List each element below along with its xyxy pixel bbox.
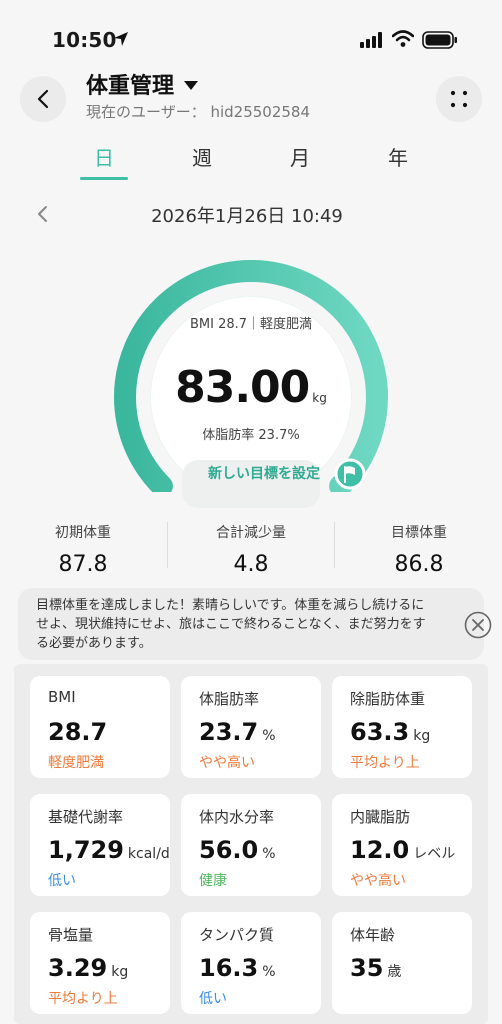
metric-card-protein[interactable]: タンパク質 16.3% 低い — [181, 912, 321, 1014]
stat-value: 4.8 — [233, 552, 269, 577]
metric-status: 低い — [199, 991, 227, 1007]
metric-status: やや高い — [199, 755, 255, 771]
metric-label: 骨塩量 — [48, 926, 94, 944]
caret-down-icon — [184, 80, 199, 90]
metric-value-row: 12.0 レベル — [350, 836, 455, 864]
back-button[interactable] — [20, 76, 66, 122]
metric-card-visceral-fat[interactable]: 内臓脂肪 12.0 レベル やや高い — [332, 794, 472, 896]
metric-status: 平均より上 — [48, 991, 118, 1007]
status-bar: 10:50 — [0, 0, 502, 70]
active-tab-indicator — [80, 177, 128, 180]
metric-label: 基礎代謝率 — [48, 808, 124, 826]
metric-value-row: 35 歳 — [350, 954, 401, 982]
tab-week[interactable]: 週 — [172, 142, 232, 171]
weight-value: 83.00 — [175, 362, 310, 413]
metric-card-bone-mass[interactable]: 骨塩量 3.29 kg 平均より上 — [30, 912, 170, 1014]
metric-label: BMI — [48, 688, 76, 706]
metric-value-row: 23.7% — [199, 718, 276, 746]
goal-achieved-banner: 目標体重を達成しました！素晴らしいです。体重を減らし続けるにせよ、現状維持にせよ… — [18, 588, 492, 660]
metric-value-row: 56.0% — [199, 836, 276, 864]
current-date: 2026年1月26日 10:49 — [151, 206, 343, 227]
metric-unit: kg — [413, 728, 431, 744]
stat-divider — [167, 522, 168, 568]
goal-flag-icon — [334, 458, 366, 490]
page-title: 体重管理 — [86, 74, 175, 99]
stat-initial-weight: 初期体重 87.8 — [8, 522, 158, 577]
metric-unit: レベル — [413, 846, 456, 862]
metric-value: 16.3 — [199, 954, 259, 982]
metric-status: 平均より上 — [350, 755, 420, 771]
metric-card-body-water[interactable]: 体内水分率 56.0% 健康 — [181, 794, 321, 896]
chevron-left-icon — [37, 89, 49, 109]
tab-month[interactable]: 月 — [270, 142, 330, 171]
set-new-goal-button[interactable]: 新しい目標を設定 — [182, 460, 320, 508]
metric-label: タンパク質 — [199, 926, 275, 944]
metric-value: 63.3 — [350, 718, 410, 746]
metric-card-bmi[interactable]: BMI 28.7 軽度肥満 — [30, 676, 170, 778]
four-dots-icon — [450, 90, 468, 108]
current-weight: 83.00 kg — [150, 362, 352, 413]
metric-card-body-age[interactable]: 体年齢 35 歳 — [332, 912, 472, 1014]
metric-value-row: 28.7 — [48, 718, 111, 746]
metric-unit: % — [262, 964, 276, 980]
metric-value-row: 16.3% — [199, 954, 276, 982]
metric-status: 健康 — [199, 873, 227, 889]
close-icon[interactable] — [463, 610, 493, 640]
stat-label: 目標体重 — [391, 525, 447, 541]
tab-year[interactable]: 年 — [368, 142, 428, 171]
metric-card-body-fat[interactable]: 体脂肪率 23.7% やや高い — [181, 676, 321, 778]
metric-unit: % — [262, 728, 276, 744]
wifi-icon — [392, 30, 414, 47]
metric-label: 内臓脂肪 — [350, 808, 411, 826]
metric-value: 1,729 — [48, 836, 124, 864]
metric-value-row: 63.3 kg — [350, 718, 430, 746]
metric-status: やや高い — [350, 873, 406, 889]
metric-card-lean-mass[interactable]: 除脂肪体重 63.3 kg 平均より上 — [332, 676, 472, 778]
metric-label: 除脂肪体重 — [350, 690, 426, 708]
metric-unit: % — [262, 846, 276, 862]
metric-value: 12.0 — [350, 836, 410, 864]
metric-value: 28.7 — [48, 718, 108, 746]
stat-total-loss: 合計減少量 4.8 — [176, 522, 326, 577]
stat-value: 87.8 — [58, 552, 108, 577]
stat-label: 合計減少量 — [216, 525, 286, 541]
metric-value-row: 1,729 kcal/d — [48, 836, 170, 864]
metric-value: 3.29 — [48, 954, 108, 982]
banner-message: 目標体重を達成しました！素晴らしいです。体重を減らし続けるにせよ、現状維持にせよ… — [36, 598, 426, 651]
weight-unit: kg — [312, 391, 327, 405]
tab-day[interactable]: 日 — [74, 142, 134, 171]
current-user-label: 現在のユーザー： hid25502584 — [86, 103, 311, 121]
battery-icon — [422, 31, 457, 49]
location-arrow-icon — [114, 32, 128, 46]
bmi-summary: BMI 28.7｜軽度肥満 — [189, 317, 313, 332]
more-options-button[interactable] — [436, 76, 482, 122]
metric-value-row: 3.29 kg — [48, 954, 128, 982]
period-tabs: 日 週 月 年 — [0, 142, 502, 182]
stat-label: 初期体重 — [55, 525, 111, 541]
metric-status: 低い — [48, 873, 76, 889]
metric-unit: kcal/d — [127, 846, 170, 862]
metric-label: 体脂肪率 — [199, 690, 260, 708]
body-fat-summary: 体脂肪率 23.7% — [202, 428, 300, 443]
cellular-signal-icon — [360, 32, 382, 48]
metric-value: 23.7 — [199, 718, 259, 746]
stat-value: 86.8 — [394, 552, 444, 577]
title-dropdown[interactable]: 体重管理 — [86, 68, 199, 100]
metric-value: 56.0 — [199, 836, 259, 864]
metric-status: 軽度肥満 — [48, 755, 104, 771]
stat-divider — [334, 522, 335, 568]
status-time: 10:50 — [52, 28, 117, 52]
metric-card-bmr[interactable]: 基礎代謝率 1,729 kcal/d 低い — [30, 794, 170, 896]
stat-target-weight: 目標体重 86.8 — [344, 522, 494, 577]
metric-label: 体年齢 — [350, 926, 396, 944]
metric-label: 体内水分率 — [199, 808, 275, 826]
metric-unit: 歳 — [387, 964, 402, 980]
metric-value: 35 — [350, 954, 384, 982]
metric-unit: kg — [111, 964, 129, 980]
